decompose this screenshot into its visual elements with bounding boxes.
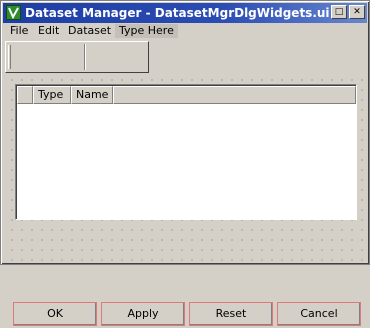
window-title: Dataset Manager - DatasetMgrDlgWidgets.u…: [25, 6, 330, 20]
central-widget: Type Name OK Apply Reset Cancel: [7, 75, 363, 326]
table-header: Type Name: [17, 86, 356, 104]
button-bar: OK Apply Reset Cancel: [13, 302, 361, 328]
reset-button[interactable]: Reset: [189, 302, 273, 326]
menu-edit[interactable]: Edit: [37, 24, 60, 38]
menu-dataset[interactable]: Dataset: [67, 24, 112, 38]
maximize-button[interactable]: □: [331, 5, 347, 19]
column-header-type[interactable]: Type: [33, 86, 71, 104]
menu-file[interactable]: File: [9, 24, 29, 38]
toolbar-grip-handle[interactable]: [8, 45, 11, 69]
close-icon: ✕: [353, 7, 361, 17]
close-button[interactable]: ✕: [349, 5, 365, 19]
table-corner-button[interactable]: [17, 86, 33, 104]
ok-button[interactable]: OK: [13, 302, 97, 326]
column-header-filler: [113, 86, 356, 104]
title-bar[interactable]: Dataset Manager - DatasetMgrDlgWidgets.u…: [3, 3, 367, 23]
toolbar: [5, 41, 149, 73]
app-icon: [6, 5, 21, 20]
dataset-table[interactable]: Type Name: [15, 84, 357, 220]
menu-type-here[interactable]: Type Here: [115, 24, 178, 38]
toolbar-separator: [84, 44, 86, 70]
maximize-icon: □: [334, 7, 344, 17]
cancel-button[interactable]: Cancel: [277, 302, 361, 326]
dataset-manager-window: Dataset Manager - DatasetMgrDlgWidgets.u…: [0, 0, 370, 326]
column-header-name[interactable]: Name: [71, 86, 113, 104]
menu-bar: File Edit Dataset Type Here: [3, 23, 367, 39]
apply-button[interactable]: Apply: [101, 302, 185, 326]
